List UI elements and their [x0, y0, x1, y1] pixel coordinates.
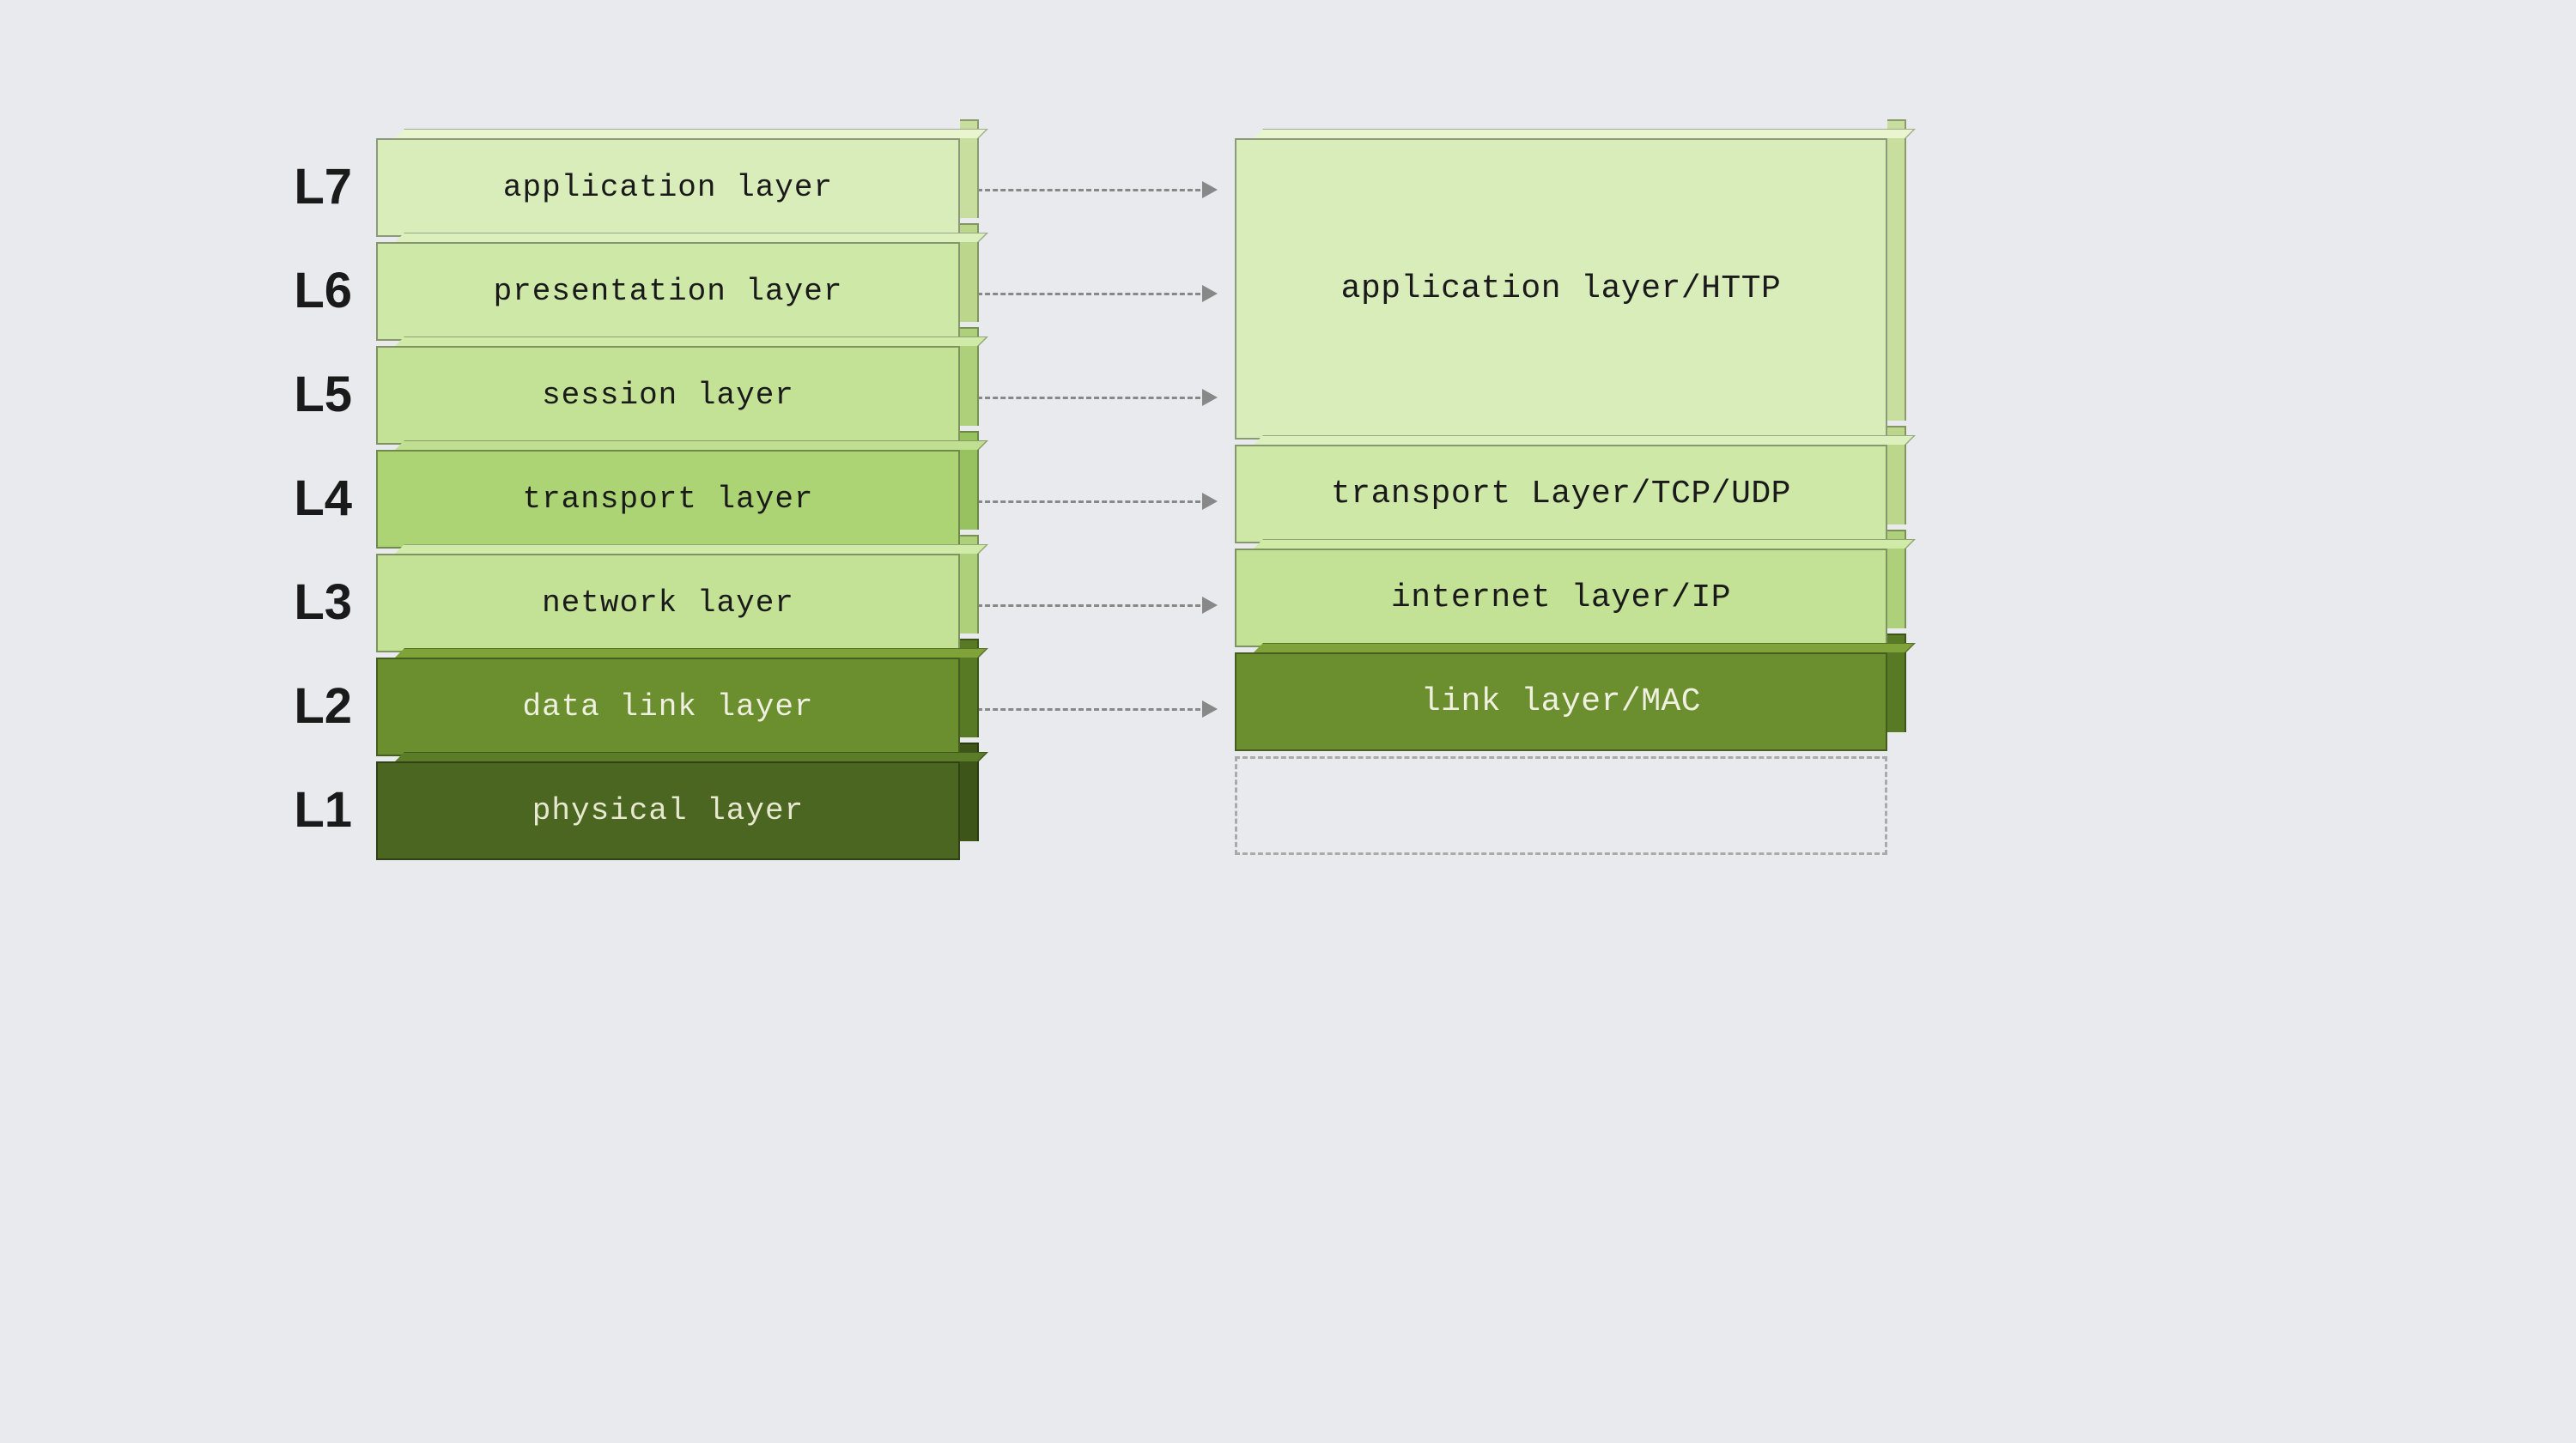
block-L3: network layer	[376, 554, 960, 652]
layer-row-L4: L4 transport layer	[240, 450, 960, 549]
right-block-link: link layer/MAC	[1235, 652, 1887, 751]
block-L1: physical layer	[376, 761, 960, 860]
right-block-physical-front	[1235, 756, 1887, 855]
right-block-internet: internet layer/IP	[1235, 549, 1887, 647]
arrowhead-L6	[1202, 285, 1218, 302]
right-block-internet-top	[1254, 539, 1916, 549]
arrowhead-L3	[1202, 597, 1218, 614]
block-L4-top	[395, 440, 988, 450]
left-stack: L7 application layer L6 presentation lay…	[240, 138, 960, 860]
label-L3: L3	[240, 578, 352, 628]
arrowhead-L5	[1202, 389, 1218, 406]
dash-line-L3	[977, 604, 1200, 607]
dash-line-L7	[977, 189, 1200, 191]
arrow-L3	[977, 597, 1218, 614]
layer-row-L1: L1 physical layer	[240, 761, 960, 860]
arrow-row-L7	[960, 138, 1235, 242]
arrow-row-L3	[960, 554, 1235, 658]
right-block-physical	[1235, 756, 1887, 855]
block-L7: application layer	[376, 138, 960, 237]
block-L5-front: session layer	[376, 346, 960, 445]
arrowhead-L7	[1202, 181, 1218, 198]
dash-line-L6	[977, 293, 1200, 295]
block-L2-top	[395, 648, 988, 658]
arrow-row-L5	[960, 346, 1235, 450]
block-L6: presentation layer	[376, 242, 960, 341]
arrow-L7	[977, 181, 1218, 198]
block-L2-front: data link layer	[376, 658, 960, 756]
arrow-L4	[977, 493, 1218, 510]
right-block-transport: transport Layer/TCP/UDP	[1235, 445, 1887, 543]
block-L3-top	[395, 544, 988, 554]
layer-row-L5: L5 session layer	[240, 346, 960, 445]
arrow-row-L4	[960, 450, 1235, 554]
right-stack: application layer/HTTP transport Layer/T…	[1235, 138, 1887, 855]
block-L4: transport layer	[376, 450, 960, 549]
label-L5: L5	[240, 370, 352, 420]
arrowhead-L2	[1202, 700, 1218, 718]
arrow-row-L1	[960, 761, 1235, 865]
label-L4: L4	[240, 474, 352, 524]
arrows-area	[960, 138, 1235, 865]
label-L1: L1	[240, 785, 352, 835]
block-L4-front: transport layer	[376, 450, 960, 549]
dash-line-L5	[977, 397, 1200, 399]
diagram: L7 application layer L6 presentation lay…	[172, 78, 2404, 1366]
label-L7: L7	[240, 162, 352, 212]
block-L2: data link layer	[376, 658, 960, 756]
layer-row-L6: L6 presentation layer	[240, 242, 960, 341]
block-L1-front: physical layer	[376, 761, 960, 860]
block-L6-front: presentation layer	[376, 242, 960, 341]
block-L7-top	[395, 129, 988, 138]
dash-line-L2	[977, 708, 1200, 711]
block-L3-front: network layer	[376, 554, 960, 652]
right-block-link-top	[1254, 643, 1916, 652]
right-block-link-front: link layer/MAC	[1235, 652, 1887, 751]
arrow-L2	[977, 700, 1218, 718]
block-L6-top	[395, 233, 988, 242]
layer-row-L3: L3 network layer	[240, 554, 960, 652]
arrowhead-L4	[1202, 493, 1218, 510]
right-block-app-top	[1254, 129, 1916, 138]
right-block-app-front: application layer/HTTP	[1235, 138, 1887, 440]
block-L1-top	[395, 752, 988, 761]
right-block-app: application layer/HTTP	[1235, 138, 1887, 440]
arrow-L6	[977, 285, 1218, 302]
label-L2: L2	[240, 682, 352, 731]
block-L7-front: application layer	[376, 138, 960, 237]
right-block-transport-top	[1254, 435, 1916, 445]
layer-row-L2: L2 data link layer	[240, 658, 960, 756]
dash-line-L4	[977, 500, 1200, 503]
layer-row-L7: L7 application layer	[240, 138, 960, 237]
right-block-internet-front: internet layer/IP	[1235, 549, 1887, 647]
arrow-row-L2	[960, 658, 1235, 761]
right-block-transport-front: transport Layer/TCP/UDP	[1235, 445, 1887, 543]
label-L6: L6	[240, 266, 352, 316]
arrow-row-L6	[960, 242, 1235, 346]
right-block-app-right	[1887, 119, 1906, 421]
block-L5-top	[395, 336, 988, 346]
arrow-L5	[977, 389, 1218, 406]
block-L5: session layer	[376, 346, 960, 445]
